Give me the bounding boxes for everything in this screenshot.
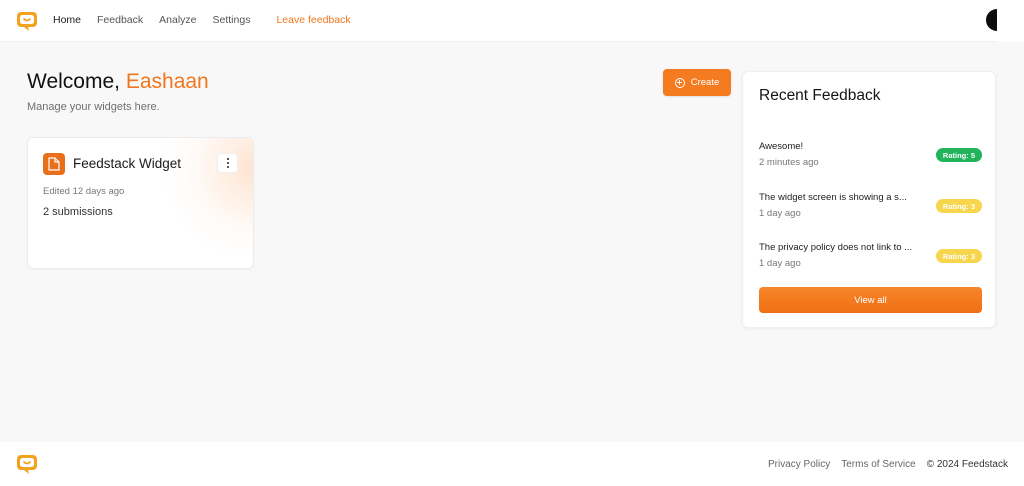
view-all-button[interactable]: View all [759, 287, 982, 313]
nav-settings[interactable]: Settings [213, 14, 251, 26]
rating-badge: Rating: 3 [935, 249, 982, 263]
kebab-dot [226, 162, 229, 164]
footer: Privacy Policy Terms of Service © 2024 F… [0, 442, 1024, 486]
rating-badge: Rating: 3 [935, 199, 982, 213]
create-button-label: Create [690, 77, 720, 88]
rating-badge: Rating: 5 [935, 148, 982, 162]
chat-bubble-logo-icon[interactable] [16, 453, 38, 475]
leave-feedback-link[interactable]: Leave feedback [276, 14, 350, 26]
feedback-time: 2 minutes ago [759, 157, 819, 168]
nav-feedback[interactable]: Feedback [97, 14, 143, 26]
kebab-dot [226, 158, 229, 161]
nav-analyze[interactable]: Analyze [159, 14, 196, 26]
top-navbar: Home Feedback Analyze Settings Leave fee… [0, 0, 1024, 42]
terms-of-service-link[interactable]: Terms of Service [841, 459, 915, 470]
copyright-text: © 2024 Feedstack [926, 459, 1008, 470]
recent-feedback-title: Recent Feedback [759, 87, 881, 104]
create-button[interactable]: Create [663, 69, 731, 96]
feedback-item[interactable]: The privacy policy does not link to ... … [759, 242, 983, 276]
file-icon [43, 153, 65, 175]
main-nav: Home Feedback Analyze Settings Leave fee… [53, 14, 367, 26]
feedback-text: The privacy policy does not link to ... [759, 242, 913, 253]
kebab-dot [226, 165, 229, 168]
user-name: Eashaan [125, 70, 209, 93]
feedback-item[interactable]: The widget screen is showing a s... 1 da… [759, 192, 983, 226]
avatar-overflow-mask [997, 0, 1024, 42]
widget-card[interactable]: Feedstack Widget Edited 12 days ago 2 su… [27, 137, 254, 269]
widget-submissions: 2 submissions [43, 206, 113, 218]
feedback-text: The widget screen is showing a s... [759, 192, 907, 203]
widget-title: Feedstack Widget [73, 156, 182, 171]
nav-home[interactable]: Home [53, 14, 81, 26]
widget-edited-time: Edited 12 days ago [43, 186, 125, 197]
welcome-prefix: Welcome, [27, 70, 120, 93]
privacy-policy-link[interactable]: Privacy Policy [768, 459, 830, 470]
feedback-text: Awesome! [759, 141, 804, 152]
page-subtitle: Manage your widgets here. [27, 101, 160, 113]
feedback-time: 1 day ago [759, 208, 801, 219]
page-title: Welcome, Eashaan [27, 70, 209, 94]
feedback-item[interactable]: Awesome! 2 minutes ago Rating: 5 [759, 141, 983, 175]
footer-links: Privacy Policy Terms of Service © 2024 F… [768, 459, 1008, 470]
feedback-time: 1 day ago [759, 258, 801, 269]
chat-bubble-logo-icon[interactable] [16, 10, 38, 32]
recent-feedback-panel: Recent Feedback Awesome! 2 minutes ago R… [742, 71, 996, 328]
more-options-button[interactable] [217, 153, 238, 173]
plus-circle-icon [674, 77, 685, 88]
